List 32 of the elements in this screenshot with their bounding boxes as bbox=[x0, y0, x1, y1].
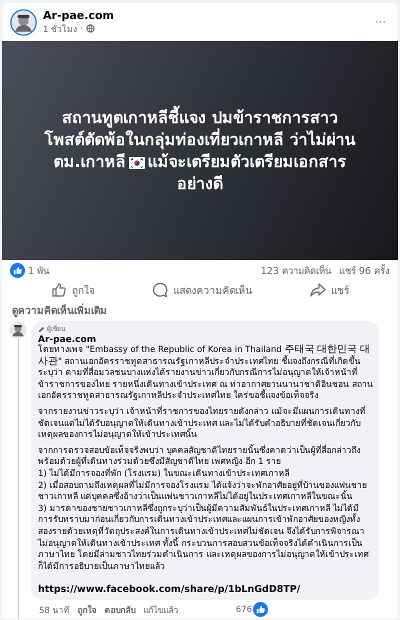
thumbs-up-icon bbox=[50, 282, 67, 298]
comment-paragraph: จากรายงานข่าวระบุว่า เจ้าหน้าที่ราชการของไทยรายดังกล่าว แม้จะมีแผนการเดินทางที่ชัดเจนแต่ไม่ได้รับอนุญาตให้เดินทางเข้าประเทศ และไม่ได้รับคำอธิบายที่ชัดเจนเกี่ยวกับเหตุผลของการไม่อนุญาตให้เข้าประเทศนั้น bbox=[38, 406, 366, 442]
comment-paragraph: จากการตรวจสอบข้อเท็จจริงพบว่า บุคคลสัญชาติไทยรายนั้นซึ่งคาดว่าเป็นผู้ที่สื่อกล่าวถึงพร้อมด้วยผู้ที่เดินทางร่วมด้วยซึ่งมีสัญชาติไทย เพศหญิง อีก 1 ราย 1) ไม่ได้มีการจองที่พัก (โรงแรม) ในขณะเดินทางเข้าประเทศเกาหลี 2) เมื่อสอบถามถึงเหตุผลที่ไม่มีการจองโรงแรม ได้แจ้งว่าจะพักอาศัยอยู่ที่บ้านของแฟนชายชาวเกาหลี แต่บุคคลซึ่งอ้างว่าเป็นแฟนชาวเกาหลีไม่ได้อยู่ในประเทศเกาหลีในขณะนั้น 3) มารดาของชายชาวเกาหลีซึ่งถูกระบุว่าเป็นผู้มีความสัมพันธ์ในประเทศเกาหลี ไม่ได้มีการรับทราบมาก่อนเกี่ยวกับการเดินทางเข้าประเทศและแผนการเข้าพักอาศัยของหญิงทั้งสองรายด้วยเหตุที่วัตถุประสงค์ในการเดินทางเข้าประเทศไม่ชัดเจน จึงได้รับการพิจารณาไม่อนุญาตให้เดินทางเข้าประเทศ ทั้งนี้ กระบวนการสอบสวนข้อเท็จจริงได้ดำเนินการเป็นภาษาไทย โดยมีล่ามชาวไทยร่วมดำเนินการ และเหตุผลของการไม่อนุญาตให้เข้าประเทศก็ได้มีการอธิบายเป็นภาษาไทยแล้ว bbox=[38, 446, 370, 574]
avatar bbox=[9, 321, 27, 339]
more-options-button[interactable]: ··· bbox=[371, 16, 390, 28]
comment-paragraph: โดยทางเพจ "Embassy of the Republic of Korea in Thailand 주태국 대한민국 대사관" สถานเอกอัครราชทูตสาธารณรัฐเกาหลีประจำประเทศไทย ชี้แจงถึงกรณีที่เกิดขึ้น ระบุว่า ตามที่สื่อมวลชนบางแห่งได้รายงานข่าวเกี่ยวกับกรณีการไม่อนุญาตให้เจ้าหน้าที่ข้าราชการของไทย รายหนึ่งเดินทางเข้าประเทศ ณ ท่าอากาศยานนานาชาติอินชอน สถานเอกอัครราชทูตสาธารณรัฐเกาหลีประจำประเทศไทย ใคร่ขอชี้แจงข้อเท็จจริง bbox=[38, 345, 373, 403]
like-button[interactable]: ถูกใจ bbox=[78, 602, 97, 617]
share-count[interactable]: แชร์ 96 ครั้ง bbox=[338, 263, 390, 278]
flag-icon bbox=[128, 156, 145, 168]
avatar bbox=[10, 8, 37, 36]
reaction-count[interactable]: 1 พัน bbox=[28, 263, 50, 278]
comment-author[interactable]: Ar-pae.com bbox=[38, 335, 373, 345]
view-more-comments-link[interactable]: ดูความคิดเห็นเพิ่มเติม bbox=[2, 301, 398, 321]
comment-reaction-count[interactable]: 676 bbox=[236, 604, 252, 615]
pencil-icon bbox=[38, 326, 45, 332]
post-time[interactable]: 1 ชั่วโมง bbox=[43, 22, 78, 36]
share-button[interactable]: แชร์ bbox=[304, 280, 356, 300]
author-name[interactable]: Ar-pae.com bbox=[43, 8, 365, 22]
share-icon bbox=[310, 282, 326, 298]
post-image[interactable]: สถานทูตเกาหลีชี้แจง ปมข้าราชการสาวโพสต์ตัดพ้อในกลุ่มท่องเที่ยวเกาหลี ว่าไม่ผ่าน ตม.เกาหลี แม้จะเตรียมตัวเตรียมเอกสารอย่างดี bbox=[2, 41, 398, 260]
edited-label: แก้ไขแล้ว bbox=[144, 604, 179, 617]
post-image-text: สถานทูตเกาหลีชี้แจง ปมข้าราชการสาวโพสต์ตัดพ้อในกลุ่มท่องเที่ยวเกาหลี ว่าไม่ผ่าน ตม.เกาหลี แม้จะเตรียมตัวเตรียมเอกสารอย่างดี bbox=[43, 106, 356, 194]
globe-icon bbox=[86, 24, 95, 33]
share-link[interactable]: https://www.facebook.com/share/p/1bLnGdD8TP/ bbox=[38, 584, 300, 596]
separator: · bbox=[80, 24, 83, 34]
comment-icon bbox=[152, 282, 168, 298]
reply-button[interactable]: ตอบกลับ bbox=[104, 602, 136, 617]
like-icon bbox=[10, 263, 25, 278]
comment-button[interactable]: แสดงความคิดเห็น bbox=[146, 280, 258, 300]
comment-count[interactable]: 123 ความคิดเห็น bbox=[260, 263, 331, 278]
like-button[interactable]: ถูกใจ bbox=[44, 280, 101, 300]
comment-time[interactable]: 58 นาที bbox=[39, 602, 70, 617]
